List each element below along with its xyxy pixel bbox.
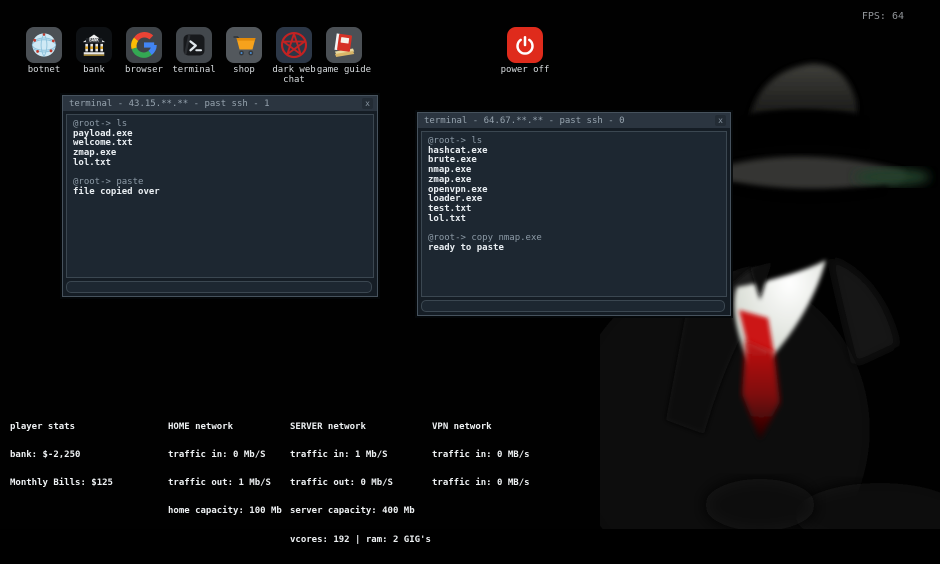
terminal-line: file copied over — [73, 188, 367, 198]
terminal-2-title: terminal - 64.67.**.** - past ssh - 0 — [424, 116, 624, 126]
game-guide-icon — [326, 27, 362, 63]
terminal-line: welcome.txt — [73, 139, 367, 149]
icon-terminal[interactable]: terminal — [169, 27, 219, 85]
icon-dark-web-chat[interactable]: dark web chat — [269, 27, 319, 85]
botnet-icon — [26, 27, 62, 63]
terminal-window-2[interactable]: terminal - 64.67.**.** - past ssh - 0 x … — [417, 112, 731, 316]
icon-game-guide[interactable]: game guide — [319, 27, 369, 85]
terminal-line: zmap.exe — [73, 149, 367, 159]
vpn-network-panel: VPN network traffic in: 0 MB/s traffic i… — [432, 404, 530, 507]
terminal-window-1[interactable]: terminal - 43.15.**.** - past ssh - 1 x … — [62, 95, 378, 297]
home-network-panel: HOME network traffic in: 0 Mb/S traffic … — [168, 404, 282, 536]
icon-browser[interactable]: browser — [119, 27, 169, 85]
icon-shop[interactable]: shop — [219, 27, 269, 85]
vpn-network-line: traffic in: 0 MB/s — [432, 479, 530, 488]
home-network-line: traffic in: 0 Mb/S — [168, 451, 282, 460]
home-network-line: home capacity: 100 Mb — [168, 507, 282, 516]
player-stats-line: Monthly Bills: $125 — [10, 479, 113, 488]
vpn-network-title: VPN network — [432, 423, 530, 432]
server-network-line: server capacity: 400 Mb — [290, 507, 431, 516]
close-icon[interactable]: x — [715, 115, 726, 126]
player-stats-panel: player stats bank: $-2,250 Monthly Bills… — [10, 404, 113, 507]
desktop-icon-row: botnet BANK — [19, 27, 369, 85]
terminal-1-output: @root-> ls payload.exe welcome.txt zmap.… — [66, 114, 374, 278]
home-network-line: traffic out: 1 Mb/S — [168, 479, 282, 488]
bank-icon: BANK — [76, 27, 112, 63]
player-stats-title: player stats — [10, 423, 113, 432]
close-icon[interactable]: x — [362, 98, 373, 109]
power-off-icon — [507, 27, 543, 63]
terminal-1-input[interactable] — [66, 281, 372, 293]
icon-power-off[interactable]: power off — [500, 27, 550, 76]
fps-counter: FPS: 64 — [862, 11, 904, 22]
terminal-line: lol.txt — [428, 215, 720, 225]
terminal-line: ready to paste — [428, 244, 720, 254]
terminal-1-title: terminal - 43.15.**.** - past ssh - 1 — [69, 99, 269, 109]
server-network-title: SERVER network — [290, 423, 431, 432]
terminal-line: loader.exe — [428, 195, 720, 205]
server-network-panel: SERVER network traffic in: 1 Mb/S traffi… — [290, 404, 431, 564]
server-network-line: traffic out: 0 Mb/S — [290, 479, 431, 488]
dark-web-chat-icon — [276, 27, 312, 63]
terminal-line: lol.txt — [73, 159, 367, 169]
terminal-1-titlebar[interactable]: terminal - 43.15.**.** - past ssh - 1 x — [63, 96, 377, 111]
icon-bank[interactable]: BANK bank — [69, 27, 119, 85]
terminal-line: brute.exe — [428, 156, 720, 166]
server-network-line: traffic in: 1 Mb/S — [290, 451, 431, 460]
terminal-2-titlebar[interactable]: terminal - 64.67.**.** - past ssh - 0 x — [418, 113, 730, 128]
desktop-background: FPS: 64 botnet BANK — [0, 0, 940, 529]
icon-label: game guide — [313, 66, 375, 76]
terminal-line: test.txt — [428, 205, 720, 215]
shop-icon — [226, 27, 262, 63]
terminal-2-output: @root-> ls hashcat.exe brute.exe nmap.ex… — [421, 131, 727, 297]
icon-botnet[interactable]: botnet — [19, 27, 69, 85]
terminal-2-input[interactable] — [421, 300, 725, 312]
terminal-icon — [176, 27, 212, 63]
svg-text:BANK: BANK — [89, 37, 99, 42]
icon-label: power off — [494, 66, 556, 76]
server-network-line: vcores: 192 | ram: 2 GIG's — [290, 536, 431, 545]
player-stats-line: bank: $-2,250 — [10, 451, 113, 460]
vpn-network-line: traffic in: 0 MB/s — [432, 451, 530, 460]
home-network-title: HOME network — [168, 423, 282, 432]
terminal-line: nmap.exe — [428, 166, 720, 176]
browser-icon — [126, 27, 162, 63]
